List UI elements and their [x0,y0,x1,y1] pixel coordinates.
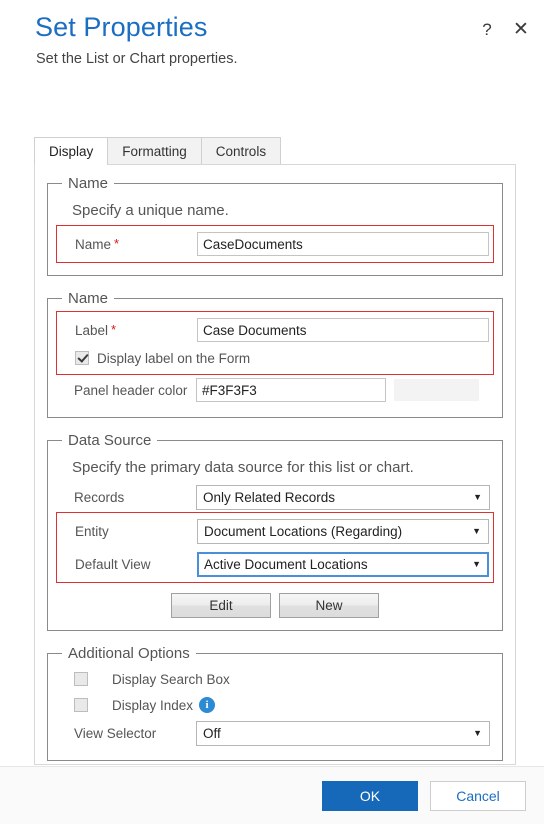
page-title: Set Properties [35,12,208,42]
page-subtitle: Set the List or Chart properties. [36,51,238,67]
records-dropdown[interactable]: Only Related Records ▼ [196,484,490,510]
section-additional-options-legend: Additional Options [68,645,190,662]
data-source-description: Specify the primary data source for this… [72,459,414,476]
section-label-name-legend: Name [68,290,109,307]
entity-dropdown[interactable]: Document Locations (Regarding) ▼ [197,518,489,544]
data-source-button-row: Edit New [60,593,490,618]
cancel-button[interactable]: Cancel [430,780,526,811]
default-view-label: Default View [75,556,151,572]
section-data-source: Data Source Specify the primary data sou… [47,432,503,631]
records-label: Records [74,489,125,505]
label-row: Label * [61,315,489,345]
name-label-text: Name [75,236,112,252]
tab-strip: Display Formatting Controls [34,137,516,166]
view-selector-label: View Selector [74,725,157,741]
label-highlight: Label* Display label on the Form [56,311,494,375]
ok-button[interactable]: OK [322,780,418,811]
entity-dropdown-value: Document Locations (Regarding) [204,523,403,539]
entity-view-highlight: Entity Document Locations (Regarding) ▼ … [56,512,494,583]
name-required-marker: * [114,235,120,251]
display-index-row: Display Index i [60,692,490,718]
panel-scroll-content: Name Specify a unique name. Name* Name L… [35,165,515,761]
panel-header-color-input[interactable] [196,378,386,402]
display-label-row: Display label on the Form [61,345,489,371]
display-label-checkbox[interactable] [75,351,89,365]
dialog-footer: OK Cancel [0,766,544,824]
section-unique-name: Name Specify a unique name. Name * [47,175,503,276]
display-index-checkbox[interactable] [74,698,88,712]
view-selector-dropdown[interactable]: Off ▼ [196,720,490,746]
panel-header-color-swatch[interactable] [394,379,479,401]
name-field-label: Name * [61,237,197,252]
label-input[interactable] [197,318,489,342]
dialog-header: Set Properties Set the List or Chart pro… [0,0,544,112]
chevron-down-icon: ▼ [472,526,481,536]
edit-button[interactable]: Edit [171,593,271,618]
panel-header-color-row: Panel header color [60,375,490,405]
entity-row: Entity Document Locations (Regarding) ▼ [61,516,489,546]
section-additional-options: Additional Options Display Search Box Di… [47,645,503,761]
label-label-text: Label [75,322,109,338]
chevron-down-icon: ▼ [473,492,482,502]
section-unique-name-legend: Name [68,175,109,192]
display-search-box-checkbox[interactable] [74,672,88,686]
section-data-source-legend: Data Source [68,432,152,449]
entity-label: Entity [75,523,109,539]
display-tab-panel: Name Specify a unique name. Name* Name L… [34,164,516,765]
name-row: Name * [61,229,489,259]
tab-display[interactable]: Display [34,137,109,166]
panel-header-color-label: Panel header color [74,382,188,398]
unique-name-description: Specify a unique name. [72,202,229,219]
section-label-name: Name Label* Display label on the Form Pa… [47,290,503,418]
records-dropdown-value: Only Related Records [203,489,336,505]
view-selector-row: View Selector Off ▼ [60,718,490,748]
default-view-row: Default View Active Document Locations ▼ [61,549,489,579]
chevron-down-icon: ▼ [473,728,482,738]
view-selector-dropdown-value: Off [203,725,221,741]
chevron-down-icon: ▼ [472,559,481,569]
info-icon[interactable]: i [199,697,216,713]
unique-name-highlight: Name * [56,225,494,263]
close-icon[interactable]: ✕ [512,20,530,39]
header-icon-group: ? ✕ [478,20,530,39]
display-label-checkbox-label: Display label on the Form [97,350,251,366]
name-input[interactable] [197,232,489,256]
label-required-marker: * [111,321,117,337]
display-index-label: Display Index [112,697,194,713]
label-field-label: Label * [61,323,197,338]
help-icon[interactable]: ? [478,21,496,38]
display-search-box-row: Display Search Box [60,666,490,692]
tab-controls[interactable]: Controls [200,137,282,165]
new-button[interactable]: New [279,593,379,618]
default-view-dropdown[interactable]: Active Document Locations ▼ [197,551,489,577]
tab-formatting[interactable]: Formatting [107,137,202,165]
default-view-dropdown-value: Active Document Locations [204,556,368,572]
records-row: Records Only Related Records ▼ [60,482,490,512]
set-properties-dialog: Set Properties Set the List or Chart pro… [0,0,544,824]
display-search-box-label: Display Search Box [112,671,230,687]
